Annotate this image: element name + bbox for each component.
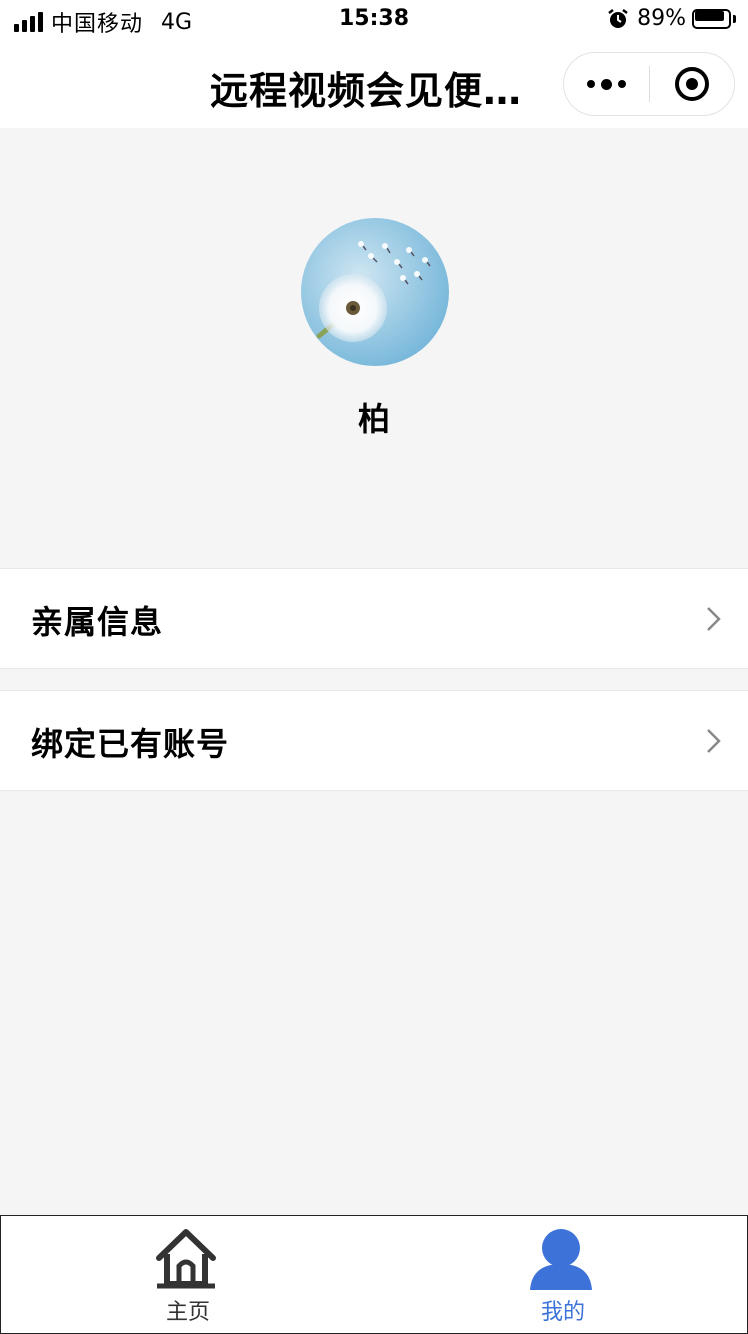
nav-bar: 远程视频会见便… — [0, 40, 748, 128]
home-icon — [156, 1229, 216, 1289]
user-name: 柏 — [357, 400, 390, 438]
battery-icon — [692, 8, 736, 30]
status-bar: 中国移动 4G 15:38 89% — [0, 0, 748, 40]
more-icon — [587, 80, 595, 88]
menu-item-relatives[interactable]: 亲属信息 — [0, 568, 748, 669]
menu-item-label: 绑定已有账号 — [31, 725, 230, 763]
close-icon — [674, 67, 709, 101]
chevron-right-icon — [707, 729, 721, 753]
user-icon — [530, 1229, 592, 1290]
battery-percent: 89% — [637, 6, 686, 31]
dandelion-avatar — [301, 218, 449, 366]
tab-bar: 主页 我的 — [0, 1215, 748, 1334]
tab-label: 主页 — [165, 1300, 210, 1325]
avatar[interactable] — [301, 218, 449, 366]
chevron-right-icon — [707, 607, 721, 631]
close-button[interactable] — [650, 53, 734, 115]
menu-item-bind-account[interactable]: 绑定已有账号 — [0, 690, 748, 791]
tab-label: 我的 — [540, 1300, 585, 1325]
screen: 中国移动 4G 15:38 89% 远程视频会见便… 柏 亲属信息 绑定已有账号… — [0, 0, 748, 1334]
status-right: 89% — [607, 6, 736, 31]
tab-mine[interactable]: 我的 — [438, 1216, 688, 1333]
alarm-icon — [608, 8, 628, 28]
more-button[interactable] — [564, 53, 649, 115]
mini-program-capsule — [563, 52, 735, 116]
tab-home[interactable]: 主页 — [63, 1216, 313, 1333]
menu-item-label: 亲属信息 — [31, 603, 164, 641]
page-title: 远程视频会见便… — [210, 69, 523, 113]
